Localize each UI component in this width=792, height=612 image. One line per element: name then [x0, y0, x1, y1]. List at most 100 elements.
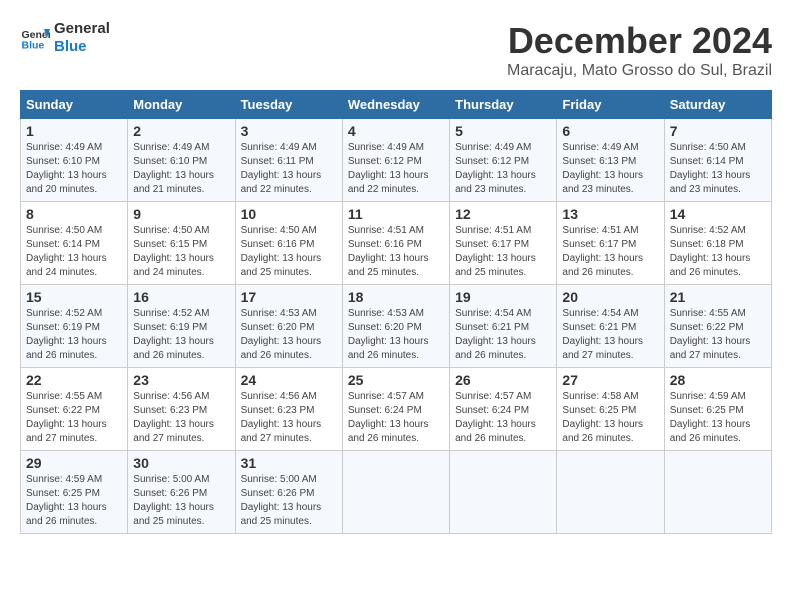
day-detail: Sunrise: 5:00 AMSunset: 6:26 PMDaylight:… [133, 473, 229, 529]
calendar-cell: 16 Sunrise: 4:52 AMSunset: 6:19 PMDayligh… [128, 285, 235, 368]
weekday-header-row: SundayMondayTuesdayWednesdayThursdayFrid… [21, 91, 772, 119]
logo-text: General Blue [54, 20, 110, 56]
header: General Blue General Blue December 2024 … [20, 20, 772, 80]
logo-icon: General Blue [20, 23, 50, 53]
calendar-cell: 25 Sunrise: 4:57 AMSunset: 6:24 PMDayligh… [342, 368, 449, 451]
day-detail: Sunrise: 4:55 AMSunset: 6:22 PMDaylight:… [670, 307, 766, 363]
day-number: 14 [670, 206, 766, 222]
day-detail: Sunrise: 4:49 AMSunset: 6:13 PMDaylight:… [562, 141, 658, 197]
calendar-cell: 26Sunrise: 4:57 AMSunset: 6:24 PMDayligh… [450, 368, 557, 451]
calendar-cell: 5Sunrise: 4:49 AMSunset: 6:12 PMDaylight… [450, 119, 557, 202]
calendar-cell: 8Sunrise: 4:50 AMSunset: 6:14 PMDaylight… [21, 202, 128, 285]
calendar-cell: 10Sunrise: 4:50 AMSunset: 6:16 PMDayligh… [235, 202, 342, 285]
calendar-cell: 15 Sunrise: 4:52 AMSunset: 6:19 PMDayligh… [21, 285, 128, 368]
title-section: December 2024 Maracaju, Mato Grosso do S… [507, 20, 772, 80]
day-number: 11 [348, 206, 444, 222]
day-detail: Sunrise: 4:51 AMSunset: 6:16 PMDaylight:… [348, 224, 444, 280]
day-number: 9 [133, 206, 229, 222]
calendar-cell: 3 Sunrise: 4:49 AMSunset: 6:11 PMDaylight… [235, 119, 342, 202]
day-detail: Sunrise: 4:49 AMSunset: 6:10 PMDaylight:… [26, 141, 122, 197]
day-number: 13 [562, 206, 658, 222]
weekday-header-monday: Monday [128, 91, 235, 119]
day-detail: Sunrise: 4:59 AMSunset: 6:25 PMDaylight:… [26, 473, 122, 529]
calendar-cell: 30 Sunrise: 5:00 AMSunset: 6:26 PMDayligh… [128, 451, 235, 534]
weekday-header-tuesday: Tuesday [235, 91, 342, 119]
day-number: 3 [241, 123, 337, 139]
day-number: 17 [241, 289, 337, 305]
logo: General Blue General Blue [20, 20, 110, 56]
day-detail: Sunrise: 4:54 AMSunset: 6:21 PMDaylight:… [562, 307, 658, 363]
day-detail: Sunrise: 5:00 AMSunset: 6:26 PMDaylight:… [241, 473, 337, 529]
calendar-cell: 14 Sunrise: 4:52 AMSunset: 6:18 PMDayligh… [664, 202, 771, 285]
weekday-header-saturday: Saturday [664, 91, 771, 119]
weekday-header-friday: Friday [557, 91, 664, 119]
day-detail: Sunrise: 4:59 AMSunset: 6:25 PMDaylight:… [670, 390, 766, 446]
day-number: 25 [348, 372, 444, 388]
day-number: 19 [455, 289, 551, 305]
day-detail: Sunrise: 4:50 AMSunset: 6:16 PMDaylight:… [241, 224, 337, 280]
calendar-cell: 23Sunrise: 4:56 AMSunset: 6:23 PMDayligh… [128, 368, 235, 451]
day-number: 28 [670, 372, 766, 388]
day-detail: Sunrise: 4:52 AMSunset: 6:19 PMDaylight:… [26, 307, 122, 363]
calendar-cell: 28 Sunrise: 4:59 AMSunset: 6:25 PMDayligh… [664, 368, 771, 451]
day-detail: Sunrise: 4:54 AMSunset: 6:21 PMDaylight:… [455, 307, 551, 363]
calendar-cell [664, 451, 771, 534]
week-row-2: 8Sunrise: 4:50 AMSunset: 6:14 PMDaylight… [21, 202, 772, 285]
calendar-cell: 24Sunrise: 4:56 AMSunset: 6:23 PMDayligh… [235, 368, 342, 451]
day-detail: Sunrise: 4:57 AMSunset: 6:24 PMDaylight:… [348, 390, 444, 446]
day-number: 24 [241, 372, 337, 388]
day-detail: Sunrise: 4:50 AMSunset: 6:14 PMDaylight:… [670, 141, 766, 197]
day-number: 16 [133, 289, 229, 305]
week-row-1: 1 Sunrise: 4:49 AMSunset: 6:10 PMDaylight… [21, 119, 772, 202]
calendar-cell: 4Sunrise: 4:49 AMSunset: 6:12 PMDaylight… [342, 119, 449, 202]
day-detail: Sunrise: 4:55 AMSunset: 6:22 PMDaylight:… [26, 390, 122, 446]
day-number: 18 [348, 289, 444, 305]
day-detail: Sunrise: 4:53 AMSunset: 6:20 PMDaylight:… [241, 307, 337, 363]
day-detail: Sunrise: 4:49 AMSunset: 6:12 PMDaylight:… [348, 141, 444, 197]
calendar-cell: 6 Sunrise: 4:49 AMSunset: 6:13 PMDaylight… [557, 119, 664, 202]
day-number: 2 [133, 123, 229, 139]
calendar-cell: 27Sunrise: 4:58 AMSunset: 6:25 PMDayligh… [557, 368, 664, 451]
week-row-5: 29Sunrise: 4:59 AMSunset: 6:25 PMDayligh… [21, 451, 772, 534]
calendar-cell: 13 Sunrise: 4:51 AMSunset: 6:17 PMDayligh… [557, 202, 664, 285]
day-number: 1 [26, 123, 122, 139]
weekday-header-wednesday: Wednesday [342, 91, 449, 119]
day-number: 31 [241, 455, 337, 471]
calendar-cell: 2Sunrise: 4:49 AMSunset: 6:10 PMDaylight… [128, 119, 235, 202]
calendar-cell [557, 451, 664, 534]
day-detail: Sunrise: 4:52 AMSunset: 6:19 PMDaylight:… [133, 307, 229, 363]
calendar-cell: 22 Sunrise: 4:55 AMSunset: 6:22 PMDayligh… [21, 368, 128, 451]
svg-text:Blue: Blue [22, 40, 45, 52]
calendar-cell: 9 Sunrise: 4:50 AMSunset: 6:15 PMDaylight… [128, 202, 235, 285]
day-number: 15 [26, 289, 122, 305]
calendar-cell: 31 Sunrise: 5:00 AMSunset: 6:26 PMDayligh… [235, 451, 342, 534]
day-detail: Sunrise: 4:50 AMSunset: 6:14 PMDaylight:… [26, 224, 122, 280]
calendar-cell: 12 Sunrise: 4:51 AMSunset: 6:17 PMDayligh… [450, 202, 557, 285]
day-number: 7 [670, 123, 766, 139]
calendar-cell: 19 Sunrise: 4:54 AMSunset: 6:21 PMDayligh… [450, 285, 557, 368]
calendar-cell: 21 Sunrise: 4:55 AMSunset: 6:22 PMDayligh… [664, 285, 771, 368]
day-number: 21 [670, 289, 766, 305]
day-detail: Sunrise: 4:50 AMSunset: 6:15 PMDaylight:… [133, 224, 229, 280]
day-number: 6 [562, 123, 658, 139]
weekday-header-thursday: Thursday [450, 91, 557, 119]
calendar-cell: 7 Sunrise: 4:50 AMSunset: 6:14 PMDaylight… [664, 119, 771, 202]
day-number: 27 [562, 372, 658, 388]
day-detail: Sunrise: 4:52 AMSunset: 6:18 PMDaylight:… [670, 224, 766, 280]
calendar-table: SundayMondayTuesdayWednesdayThursdayFrid… [20, 90, 772, 534]
day-detail: Sunrise: 4:49 AMSunset: 6:11 PMDaylight:… [241, 141, 337, 197]
day-detail: Sunrise: 4:51 AMSunset: 6:17 PMDaylight:… [455, 224, 551, 280]
day-number: 12 [455, 206, 551, 222]
calendar-cell: 17 Sunrise: 4:53 AMSunset: 6:20 PMDayligh… [235, 285, 342, 368]
day-number: 20 [562, 289, 658, 305]
calendar-cell: 29Sunrise: 4:59 AMSunset: 6:25 PMDayligh… [21, 451, 128, 534]
day-number: 23 [133, 372, 229, 388]
week-row-4: 22 Sunrise: 4:55 AMSunset: 6:22 PMDayligh… [21, 368, 772, 451]
day-number: 30 [133, 455, 229, 471]
day-detail: Sunrise: 4:57 AMSunset: 6:24 PMDaylight:… [455, 390, 551, 446]
day-detail: Sunrise: 4:53 AMSunset: 6:20 PMDaylight:… [348, 307, 444, 363]
day-number: 5 [455, 123, 551, 139]
day-number: 22 [26, 372, 122, 388]
day-detail: Sunrise: 4:51 AMSunset: 6:17 PMDaylight:… [562, 224, 658, 280]
weekday-header-sunday: Sunday [21, 91, 128, 119]
